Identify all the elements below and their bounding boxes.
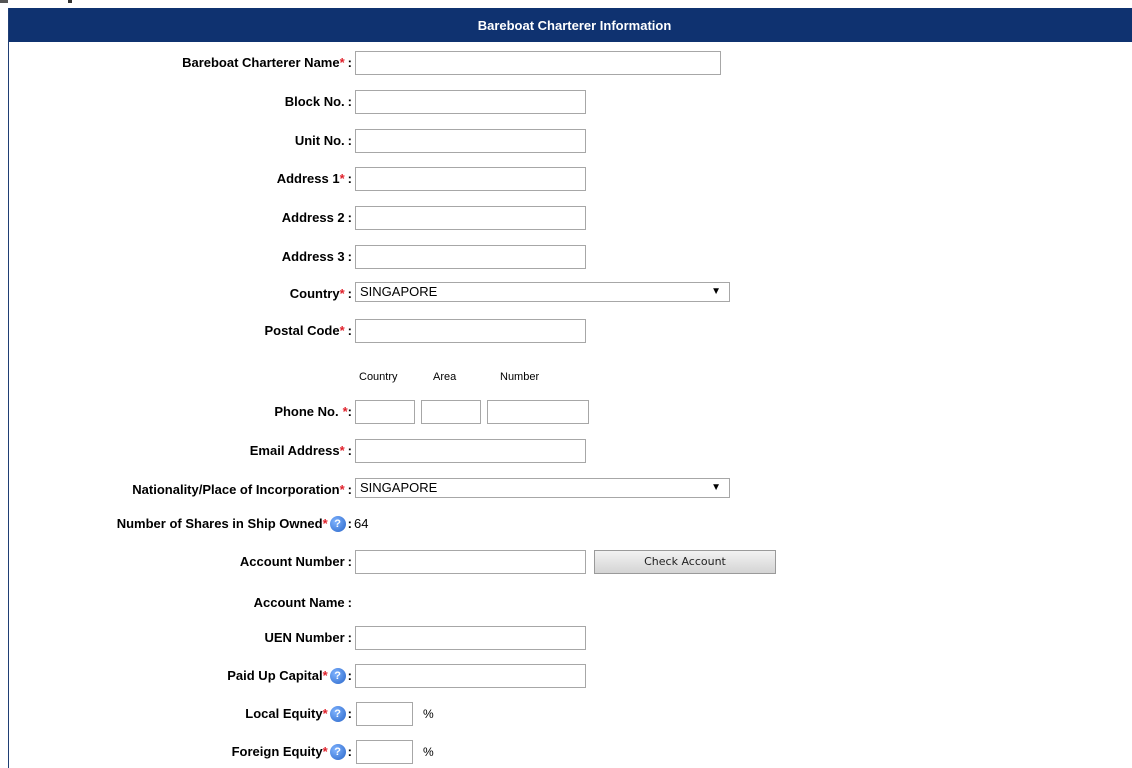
postal-code-row: Postal Code *:: [9, 317, 1132, 345]
block-no-row: Block No.:: [9, 88, 1132, 116]
address1-label: Address 1 *:: [276, 171, 352, 186]
postal-code-label: Postal Code *:: [264, 323, 352, 338]
nationality-selected-value: SINGAPORE: [360, 480, 438, 495]
account-number-label: Account Number:: [239, 554, 352, 569]
account-name-label: Account Name:: [253, 595, 352, 610]
shares-label: Number of Shares in Ship Owned * ? :: [116, 516, 352, 532]
country-row: Country *: SINGAPORE ▼: [9, 280, 1132, 308]
address1-row: Address 1 *:: [9, 165, 1132, 193]
address1-input[interactable]: [355, 167, 586, 191]
address2-row: Address 2:: [9, 204, 1132, 232]
address3-row: Address 3:: [9, 243, 1132, 271]
country-select[interactable]: SINGAPORE ▼: [355, 282, 730, 302]
section-title: Bareboat Charterer Information: [477, 17, 672, 33]
charterer-name-label: Bareboat Charterer Name *:: [182, 55, 352, 70]
phone-headers: Country Area Number: [9, 371, 1132, 387]
unit-no-label: Unit No.:: [294, 133, 352, 148]
paid-up-capital-input[interactable]: [355, 664, 586, 688]
phone-row: Phone No. *:: [9, 398, 1132, 426]
foreign-equity-label: Foreign Equity * ? :: [231, 744, 352, 760]
account-number-row: Account Number: Check Account: [9, 548, 1132, 576]
uen-number-row: UEN Number:: [9, 624, 1132, 652]
help-icon[interactable]: ?: [329, 706, 346, 722]
help-icon[interactable]: ?: [329, 668, 346, 684]
block-no-label: Block No.:: [284, 94, 352, 109]
block-no-input[interactable]: [355, 90, 586, 114]
nationality-select[interactable]: SINGAPORE ▼: [355, 478, 730, 498]
nationality-row: Nationality/Place of Incorporation *: SIN…: [9, 476, 1132, 504]
paid-up-capital-label: Paid Up Capital * ? :: [227, 668, 352, 684]
phone-number-input[interactable]: [487, 400, 589, 424]
help-icon[interactable]: ?: [329, 516, 346, 532]
account-number-input[interactable]: [355, 550, 586, 574]
phone-area-header: Area: [433, 371, 457, 383]
charterer-name-row: Bareboat Charterer Name *:: [9, 49, 1132, 77]
shares-row: Number of Shares in Ship Owned * ? : 64: [9, 510, 1132, 538]
local-equity-row: Local Equity * ? : %: [9, 700, 1132, 728]
address3-input[interactable]: [355, 245, 586, 269]
foreign-equity-input[interactable]: [356, 740, 413, 764]
local-equity-input[interactable]: [356, 702, 413, 726]
phone-label: Phone No. *:: [274, 404, 352, 419]
email-label: Email Address *:: [249, 443, 352, 458]
foreign-equity-row: Foreign Equity * ? : %: [9, 738, 1132, 766]
paid-up-capital-row: Paid Up Capital * ? :: [9, 662, 1132, 690]
top-strip: [0, 0, 1132, 8]
address2-input[interactable]: [355, 206, 586, 230]
section-header: Bareboat Charterer Information: [9, 8, 1132, 42]
chevron-down-icon: ▼: [711, 482, 721, 493]
foreign-equity-unit: %: [423, 745, 434, 759]
address2-label: Address 2:: [281, 210, 352, 225]
top-strip-mark: [68, 0, 72, 3]
email-row: Email Address *:: [9, 437, 1132, 465]
postal-code-input[interactable]: [355, 319, 586, 343]
phone-number-header: Number: [500, 371, 540, 383]
phone-country-input[interactable]: [355, 400, 415, 424]
form-frame: [8, 8, 1132, 768]
top-strip-mark: [0, 0, 8, 3]
email-input[interactable]: [355, 439, 586, 463]
phone-country-header: Country: [359, 371, 398, 383]
country-selected-value: SINGAPORE: [360, 284, 438, 299]
check-account-button[interactable]: Check Account: [594, 550, 776, 574]
address3-label: Address 3:: [281, 249, 352, 264]
unit-no-row: Unit No.:: [9, 127, 1132, 155]
charterer-name-input[interactable]: [355, 51, 721, 75]
chevron-down-icon: ▼: [711, 286, 721, 297]
local-equity-unit: %: [423, 707, 434, 721]
uen-number-input[interactable]: [355, 626, 586, 650]
account-name-row: Account Name:: [9, 589, 1132, 617]
unit-no-input[interactable]: [355, 129, 586, 153]
uen-number-label: UEN Number:: [264, 630, 352, 645]
phone-area-input[interactable]: [421, 400, 481, 424]
local-equity-label: Local Equity * ? :: [245, 706, 352, 722]
help-icon[interactable]: ?: [329, 744, 346, 760]
nationality-label: Nationality/Place of Incorporation *:: [132, 482, 352, 497]
shares-value: 64: [354, 516, 369, 531]
country-label: Country *:: [289, 286, 352, 301]
